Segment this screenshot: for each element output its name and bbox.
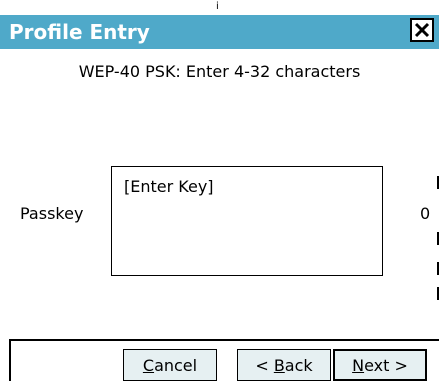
instruction-text: WEP-40 PSK: Enter 4-32 characters bbox=[78, 62, 361, 81]
passkey-input[interactable]: [Enter Key] bbox=[111, 166, 383, 276]
cancel-label-rest: ancel bbox=[154, 355, 198, 375]
top-strip-glyph: i bbox=[216, 1, 219, 12]
back-label-rest: ack bbox=[284, 355, 313, 375]
close-button[interactable] bbox=[410, 18, 434, 42]
character-count: 0 bbox=[420, 204, 431, 223]
cancel-mnemonic: C bbox=[142, 355, 155, 375]
title-bar: Profile Entry bbox=[0, 15, 439, 49]
passkey-label: Passkey bbox=[20, 204, 84, 223]
passkey-value: [Enter Key] bbox=[124, 177, 214, 196]
next-button[interactable]: Next > bbox=[333, 349, 427, 381]
close-icon bbox=[414, 22, 430, 38]
back-button[interactable]: < Back bbox=[237, 349, 331, 381]
back-prefix: < bbox=[255, 355, 274, 375]
button-bar-left-edge bbox=[9, 339, 11, 381]
next-mnemonic: N bbox=[352, 355, 365, 375]
cancel-button[interactable]: Cancel bbox=[123, 349, 217, 381]
top-strip: i bbox=[0, 0, 439, 15]
next-label-rest: ext > bbox=[364, 355, 408, 375]
back-mnemonic: B bbox=[273, 355, 285, 375]
window-title: Profile Entry bbox=[9, 20, 150, 44]
button-bar-divider bbox=[9, 339, 439, 341]
